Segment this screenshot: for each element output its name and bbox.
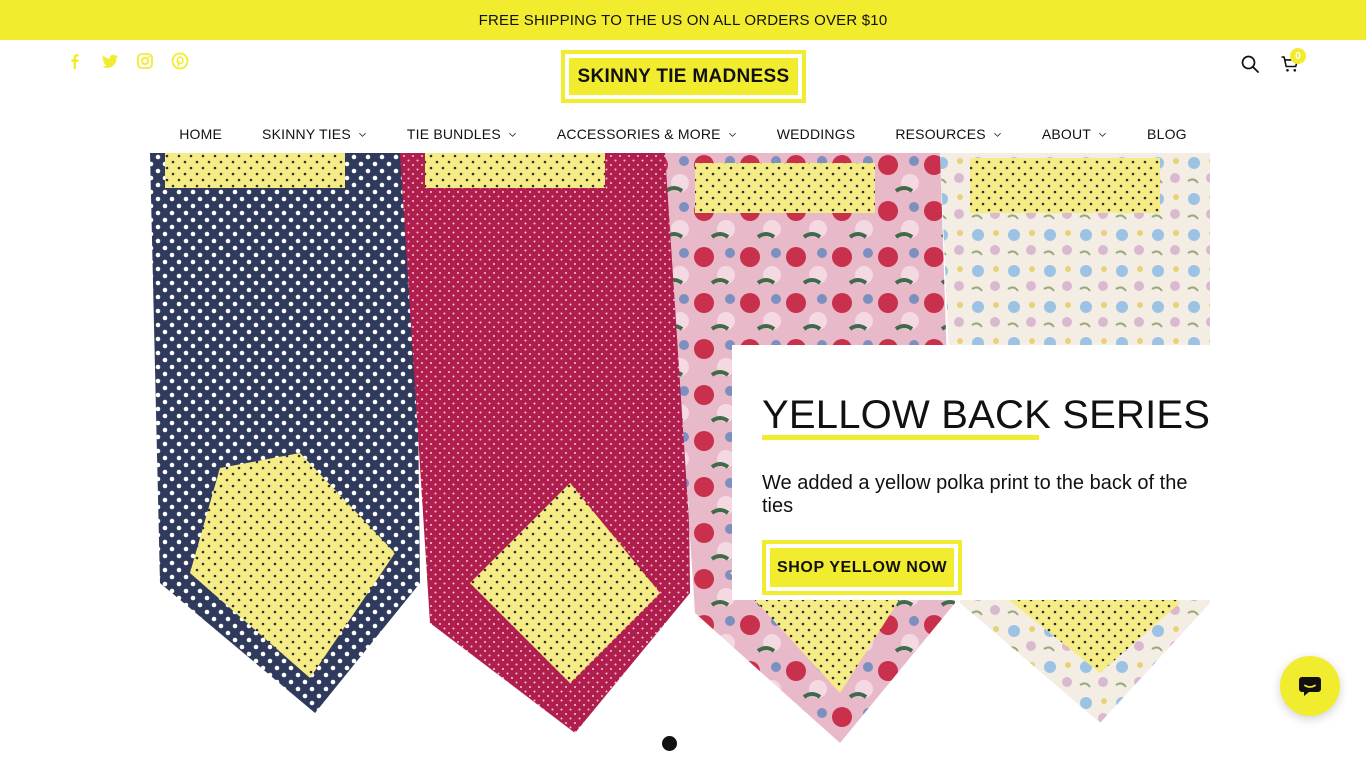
nav-label: ABOUT [1041,126,1092,142]
chevron-down-icon [508,132,516,137]
nav-item-about[interactable]: ABOUT [1022,124,1127,144]
nav-label: HOME [179,126,223,142]
nav-item-weddings[interactable]: WEDDINGS [757,124,876,144]
nav-label: SKINNY TIES [262,126,351,142]
cart-icon[interactable]: 0 [1280,48,1306,74]
chevron-down-icon [993,132,1001,137]
cta-label: SHOP YELLOW NOW [770,548,955,587]
nav-label: ACCESSORIES & MORE [556,126,721,142]
site-header: SKINNY TIE MADNESS 0 HOME SKINNY TIES TI… [0,40,1366,153]
announcement-text: FREE SHIPPING TO THE US ON ALL ORDERS OV… [478,11,888,29]
nav-label: RESOURCES [895,126,986,142]
nav-item-home[interactable]: HOME [159,124,242,144]
facebook-icon[interactable] [66,52,84,70]
nav-item-skinny-ties[interactable]: SKINNY TIES [242,124,387,144]
hero-subtitle: We added a yellow polka print to the bac… [762,472,1188,517]
chevron-down-icon [728,132,736,137]
social-links [66,52,189,70]
nav-item-tie-bundles[interactable]: TIE BUNDLES [387,124,537,144]
shop-yellow-button[interactable]: SHOP YELLOW NOW [762,540,963,595]
nav-label: WEDDINGS [776,126,856,142]
logo-text: SKINNY TIE MADNESS [569,58,798,95]
main-nav: HOME SKINNY TIES TIE BUNDLES ACCESSORIES… [0,124,1366,144]
hero-title: YELLOW BACK SERIES [762,393,1211,437]
nav-item-resources[interactable]: RESOURCES [875,124,1021,144]
chevron-down-icon [1099,132,1107,137]
hero-banner: YELLOW BACK SERIES We added a yellow pol… [732,345,1242,600]
chat-icon [1299,677,1321,696]
header-actions: 0 [1240,48,1306,74]
nav-item-blog[interactable]: BLOG [1127,124,1207,144]
chat-button[interactable] [1280,656,1340,716]
cart-count-badge: 0 [1290,48,1306,64]
announcement-bar: FREE SHIPPING TO THE US ON ALL ORDERS OV… [0,0,1366,40]
nav-label: TIE BUNDLES [406,126,501,142]
chevron-down-icon [358,132,366,137]
nav-item-accessories[interactable]: ACCESSORIES & MORE [537,124,757,144]
search-icon[interactable] [1240,54,1260,74]
slide-dot[interactable] [662,736,677,751]
instagram-icon[interactable] [136,52,154,70]
site-logo[interactable]: SKINNY TIE MADNESS [561,50,806,103]
nav-label: BLOG [1147,126,1187,142]
twitter-icon[interactable] [101,52,119,70]
pinterest-icon[interactable] [171,52,189,70]
